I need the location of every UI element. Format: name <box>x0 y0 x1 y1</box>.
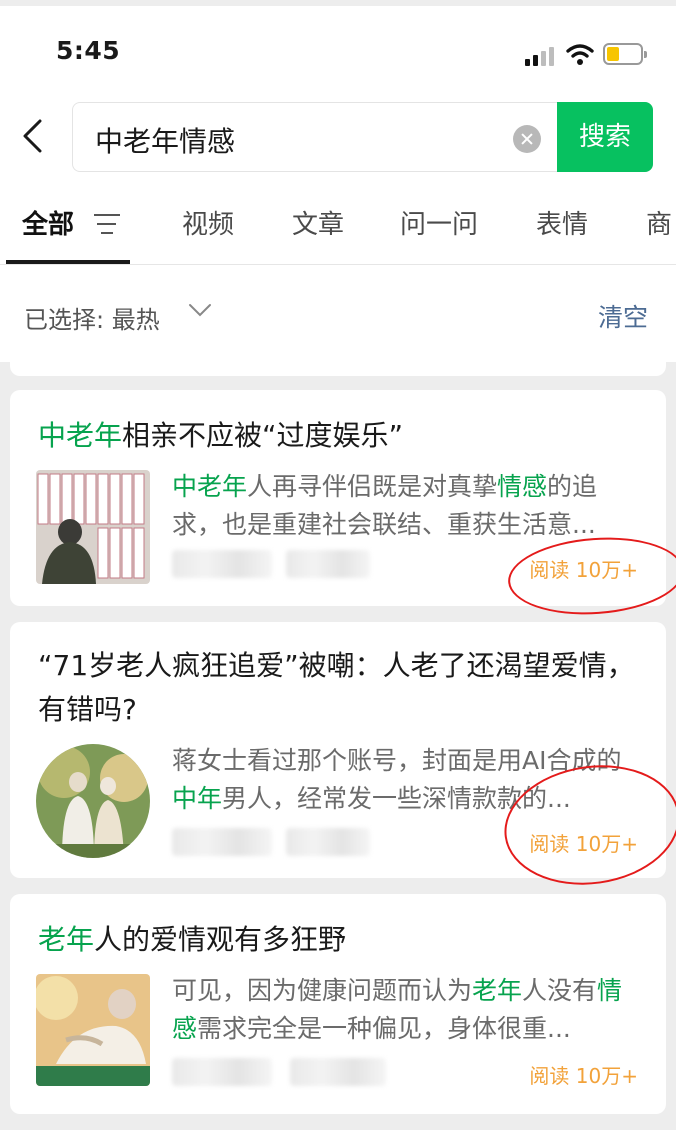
result-thumbnail <box>36 974 150 1086</box>
summary-text: 蒋女士看过那个账号，封面是用AI合成的 <box>172 746 622 775</box>
summary-text: 人再寻伴侣既是对真挚 <box>247 472 498 501</box>
summary-highlight: 中老年 <box>172 472 248 501</box>
date-blurred <box>286 828 370 856</box>
source-blurred <box>172 550 272 578</box>
summary-text: 人没有 <box>522 976 598 1005</box>
filter-icon[interactable] <box>94 212 120 236</box>
result-card[interactable]: 老年人的爱情观有多狂野 可见，因为健康问题而认为老年人没有情感需求完全是一种偏见… <box>10 894 666 1114</box>
back-icon[interactable] <box>18 118 48 154</box>
status-bar: 5:45 <box>0 6 676 92</box>
date-blurred <box>286 550 370 578</box>
signal-icon <box>525 46 557 66</box>
category-tabs: 全部 视频 文章 问一问 表情 商 <box>0 194 676 264</box>
source-blurred <box>172 1058 272 1086</box>
selected-value: 最热 <box>111 306 160 334</box>
tab-article[interactable]: 文章 <box>292 204 344 241</box>
title-text: 人的爱情观有多狂野 <box>94 923 347 956</box>
summary-highlight: 中年 <box>172 784 223 813</box>
tab-shop[interactable]: 商 <box>646 204 672 241</box>
search-row: 中老年情感 搜索 <box>0 96 676 180</box>
previous-card-edge <box>10 362 666 376</box>
summary-highlight: 老年 <box>472 976 523 1005</box>
clear-filter-link[interactable]: 清空 <box>598 298 648 334</box>
result-thumbnail <box>36 744 150 858</box>
status-time: 5:45 <box>56 36 121 65</box>
title-highlight: 中老年 <box>38 419 123 452</box>
result-summary: 可见，因为健康问题而认为老年人没有情感需求完全是一种偏见，身体很重... <box>172 972 642 1048</box>
result-title: 中老年相亲不应被“过度娱乐” <box>38 414 648 458</box>
title-text: 相亲不应被“过度娱乐” <box>122 419 404 452</box>
result-summary: 中老年人再寻伴侣既是对真挚情感的追求，也是重建社会联结、重获生活意... <box>172 468 642 544</box>
selected-filter[interactable]: 已选择: 最热 <box>24 300 160 335</box>
title-highlight: 老年 <box>38 923 95 956</box>
search-button[interactable]: 搜索 <box>557 102 653 172</box>
source-blurred <box>172 828 272 856</box>
search-input[interactable]: 中老年情感 <box>72 102 558 172</box>
tab-ask[interactable]: 问一问 <box>400 204 478 241</box>
tab-video[interactable]: 视频 <box>182 204 234 241</box>
tab-sticker[interactable]: 表情 <box>536 204 588 241</box>
search-query-text: 中老年情感 <box>95 125 236 158</box>
clear-search-icon[interactable] <box>513 125 541 153</box>
summary-text: 需求完全是一种偏见，身体很重... <box>197 1014 571 1043</box>
wifi-icon <box>566 44 594 65</box>
selected-prefix: 已选择: <box>24 306 105 334</box>
battery-icon <box>603 43 647 65</box>
tab-all[interactable]: 全部 <box>22 204 74 241</box>
top-header: 5:45 中老年情感 搜索 全部 视频 文章 问一问 表情 商 已选择: 最热 … <box>0 0 676 362</box>
summary-highlight: 情感 <box>497 472 548 501</box>
tabs-divider <box>0 264 676 265</box>
result-title: “71岁老人疯狂追爱”被嘲：人老了还渴望爱情，有错吗? <box>38 649 635 726</box>
chevron-down-icon[interactable] <box>188 302 212 318</box>
result-title: 老年人的爱情观有多狂野 <box>38 918 648 962</box>
date-blurred <box>290 1058 386 1086</box>
result-thumbnail <box>36 470 150 584</box>
read-count: 阅读 10万+ <box>529 1064 638 1088</box>
summary-text: 可见，因为健康问题而认为 <box>172 976 473 1005</box>
filter-row: 已选择: 最热 清空 <box>0 266 676 362</box>
